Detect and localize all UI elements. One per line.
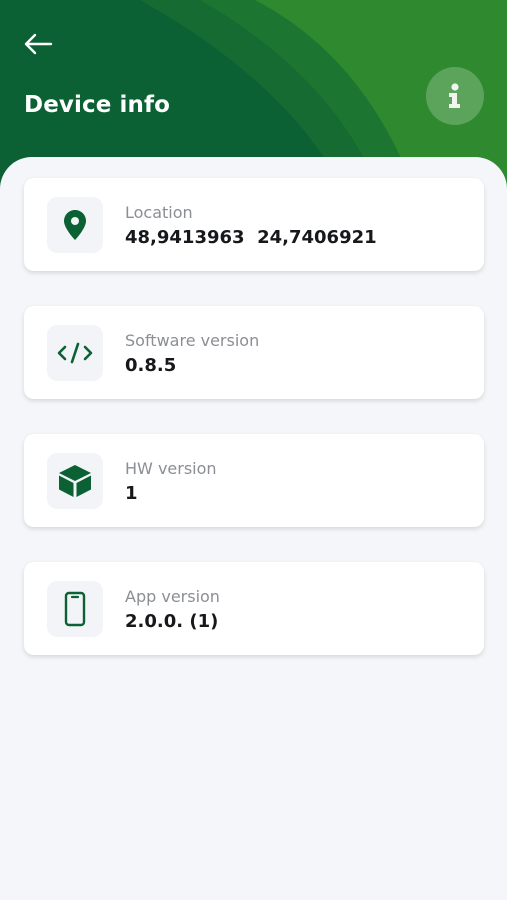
app-version-value: 2.0.0. (1): [125, 611, 219, 632]
software-version-label: Software version: [125, 331, 260, 350]
software-version-card: Software version 0.8.5: [24, 306, 484, 399]
software-icon-box: [47, 325, 103, 381]
app-version-card: App version 2.0.0. (1): [24, 562, 484, 655]
location-value: 48,9413963 24,7406921: [125, 227, 377, 248]
info-button[interactable]: [426, 67, 484, 125]
hw-version-label: HW version: [125, 459, 217, 478]
location-icon-box: [47, 197, 103, 253]
software-version-value: 0.8.5: [125, 355, 177, 376]
app-version-label: App version: [125, 587, 220, 606]
hw-version-card: HW version 1: [24, 434, 484, 527]
hw-version-value: 1: [125, 483, 138, 504]
page-title: Device info: [24, 92, 170, 118]
location-label: Location: [125, 203, 193, 222]
smartphone-icon: [64, 591, 86, 627]
content-panel: Location 48,9413963 24,7406921 Software …: [0, 157, 507, 900]
location-card: Location 48,9413963 24,7406921: [24, 178, 484, 271]
arrow-left-icon: [24, 33, 53, 55]
code-icon: [57, 342, 93, 364]
hw-icon-box: [47, 453, 103, 509]
location-pin-icon: [64, 210, 86, 240]
app-icon-box: [47, 581, 103, 637]
back-button[interactable]: [18, 26, 58, 62]
box-icon: [59, 465, 91, 497]
info-icon: [449, 83, 460, 108]
